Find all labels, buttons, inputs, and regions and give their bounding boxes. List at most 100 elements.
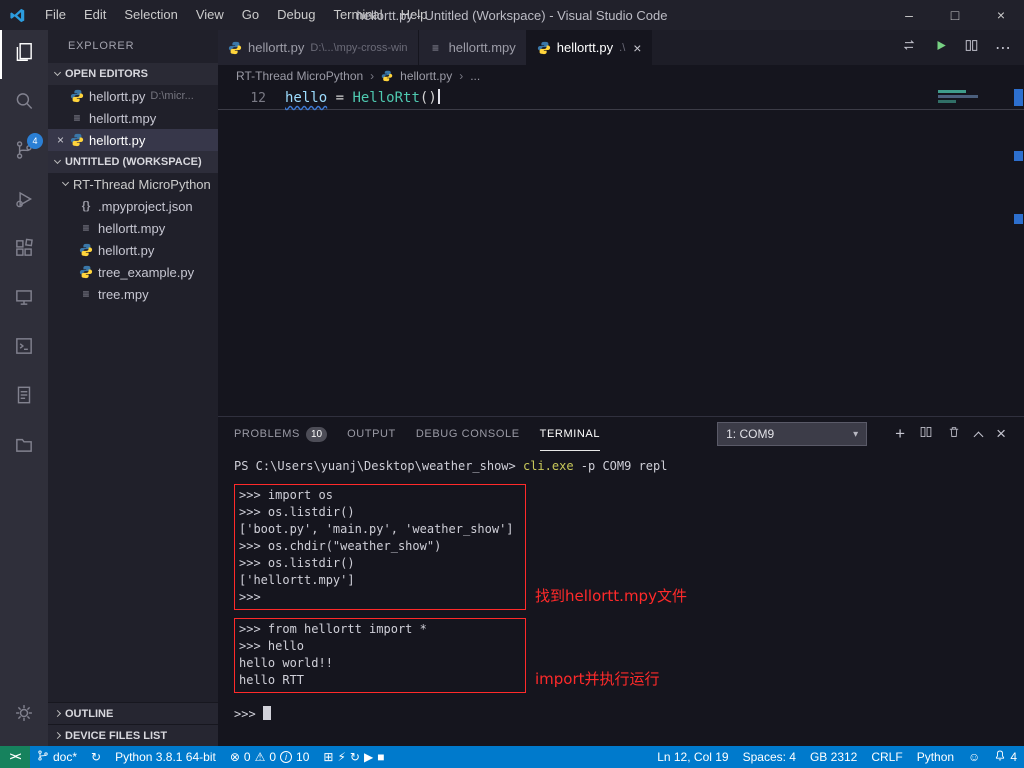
tab-hellortt-py-active[interactable]: hellortt.py .\ ×	[527, 30, 653, 65]
tab-output[interactable]: OUTPUT	[347, 417, 396, 451]
section-workspace[interactable]: UNTITLED (WORKSPACE)	[48, 151, 218, 173]
terminal-dropdown-value: 1: COM9	[726, 427, 774, 441]
close-button[interactable]: ×	[978, 0, 1024, 30]
close-tab-icon[interactable]: ×	[633, 40, 641, 56]
menu-view[interactable]: View	[187, 0, 233, 30]
problems-item[interactable]: ⊗0 ⚠0 i10	[223, 746, 317, 768]
stop-icon[interactable]: ■	[377, 750, 384, 764]
open-editor-item[interactable]: ≡ hellortt.mpy	[48, 107, 218, 129]
menu-debug[interactable]: Debug	[268, 0, 324, 30]
error-count: 0	[244, 750, 251, 764]
monitor-icon	[13, 286, 35, 313]
grid-plus-icon[interactable]: ⊞	[323, 750, 333, 764]
breadcrumb-separator: ›	[459, 69, 463, 83]
maximize-panel-icon[interactable]	[974, 431, 984, 441]
scrollbar-thumb[interactable]	[1014, 89, 1023, 106]
warning-count: 0	[269, 750, 276, 764]
tree-file[interactable]: {} .mpyproject.json	[48, 195, 218, 217]
activitybar-explorer[interactable]	[0, 30, 48, 79]
terminal-line: >>> import os	[239, 487, 525, 504]
notification-count: 4	[1010, 750, 1017, 764]
python-interpreter-item[interactable]: Python 3.8.1 64-bit	[108, 746, 223, 768]
problems-badge: 10	[306, 427, 327, 442]
minimap[interactable]	[938, 90, 1008, 105]
activitybar-remote-explorer[interactable]	[0, 275, 48, 324]
editor-tab-bar: hellortt.py D:\...\mpy-cross-win ≡ hello…	[218, 30, 1024, 65]
remote-indicator[interactable]: ><	[0, 746, 30, 768]
flash-device-icon[interactable]: ⚡	[337, 750, 345, 764]
tree-file[interactable]: ≡ hellortt.mpy	[48, 217, 218, 239]
maximize-button[interactable]: □	[932, 0, 978, 30]
token-parens: ()	[420, 90, 437, 106]
tab-terminal[interactable]: TERMINAL	[540, 417, 600, 451]
open-editor-item[interactable]: hellortt.py D:\micr...	[48, 85, 218, 107]
activitybar-terminal-box[interactable]	[0, 324, 48, 373]
tab-problems[interactable]: PROBLEMS 10	[234, 417, 327, 451]
section-device-files[interactable]: DEVICE FILES LIST	[48, 724, 218, 746]
git-branch-item[interactable]: doc*	[30, 746, 84, 768]
ps-prompt: PS C:\Users\yuanj\Desktop\weather_show>	[234, 459, 523, 473]
activitybar-search[interactable]	[0, 79, 48, 128]
code-editor[interactable]: 12 hello = HelloRtt()	[218, 87, 1024, 416]
terminal-block-2: >>> from hellortt import * >>> hello hel…	[234, 610, 1024, 693]
tree-folder[interactable]: RT-Thread MicroPython	[48, 173, 218, 195]
document-icon	[13, 384, 35, 411]
sync-item[interactable]: ↻	[84, 746, 108, 768]
split-editor-icon[interactable]	[964, 38, 979, 58]
terminal-prompt-line: >>>	[234, 706, 1024, 723]
menu-selection[interactable]: Selection	[115, 0, 186, 30]
activitybar-source-control[interactable]: 4	[0, 128, 48, 177]
encoding-item[interactable]: GB 2312	[803, 746, 864, 768]
section-open-editors[interactable]: OPEN EDITORS	[48, 63, 218, 85]
tree-file[interactable]: hellortt.py	[48, 239, 218, 261]
terminal-dropdown[interactable]: 1: COM9 ▾	[717, 422, 867, 446]
activitybar-device-files[interactable]	[0, 422, 48, 471]
gear-icon	[13, 702, 35, 729]
menu-edit[interactable]: Edit	[75, 0, 115, 30]
indentation-item[interactable]: Spaces: 4	[736, 746, 803, 768]
sidebar-title: EXPLORER	[48, 30, 218, 63]
activitybar-settings[interactable]	[0, 691, 48, 740]
terminal[interactable]: PS C:\Users\yuanj\Desktop\weather_show> …	[218, 451, 1024, 746]
split-terminal-icon[interactable]	[919, 425, 933, 444]
refresh-icon[interactable]: ↻	[350, 750, 360, 764]
tree-file[interactable]: tree_example.py	[48, 261, 218, 283]
section-outline[interactable]: OUTLINE	[48, 702, 218, 724]
terminal-cursor	[263, 706, 271, 720]
close-editor-icon[interactable]: ×	[57, 133, 70, 147]
tab-label: hellortt.mpy	[449, 40, 516, 55]
activitybar-run-debug[interactable]	[0, 177, 48, 226]
command-args: -p COM9 repl	[574, 459, 668, 473]
terminal-line: >>> from hellortt import *	[239, 621, 525, 638]
breadcrumb-folder[interactable]: RT-Thread MicroPython	[236, 69, 363, 83]
minimize-button[interactable]: –	[886, 0, 932, 30]
language-mode-item[interactable]: Python	[910, 746, 961, 768]
kill-terminal-icon[interactable]	[947, 425, 961, 444]
file-label: .mpyproject.json	[98, 199, 193, 214]
open-editor-item-active[interactable]: × hellortt.py	[48, 129, 218, 151]
window-title: hellortt.py - Untitled (Workspace) - Vis…	[357, 8, 668, 23]
run-icon[interactable]: ▶	[364, 750, 373, 764]
tab-hellortt-mpy[interactable]: ≡ hellortt.mpy	[419, 30, 527, 65]
sync-file-icon[interactable]	[901, 37, 917, 58]
folder-label: RT-Thread MicroPython	[73, 177, 211, 192]
new-terminal-icon[interactable]: +	[895, 427, 905, 441]
file-label: hellortt.py	[89, 89, 145, 104]
tab-debug-console[interactable]: DEBUG CONSOLE	[416, 417, 520, 451]
activitybar-notes[interactable]	[0, 373, 48, 422]
tree-file[interactable]: ≡ tree.mpy	[48, 283, 218, 305]
close-panel-icon[interactable]: ×	[996, 427, 1006, 441]
activitybar-extensions[interactable]	[0, 226, 48, 275]
breadcrumb-symbol[interactable]: ...	[470, 69, 480, 83]
cursor-position-item[interactable]: Ln 12, Col 19	[650, 746, 735, 768]
feedback-item[interactable]: ☺	[961, 746, 987, 768]
menu-go[interactable]: Go	[233, 0, 268, 30]
mpy-file-icon: ≡	[79, 287, 93, 301]
eol-item[interactable]: CRLF	[864, 746, 909, 768]
notifications-item[interactable]: 4	[987, 746, 1024, 768]
menu-file[interactable]: File	[36, 0, 75, 30]
breadcrumb-file[interactable]: hellortt.py	[400, 69, 452, 83]
more-actions-icon[interactable]: ⋯	[995, 38, 1012, 58]
tab-hellortt-py-cross[interactable]: hellortt.py D:\...\mpy-cross-win	[218, 30, 419, 65]
run-python-file-icon[interactable]	[933, 38, 948, 58]
